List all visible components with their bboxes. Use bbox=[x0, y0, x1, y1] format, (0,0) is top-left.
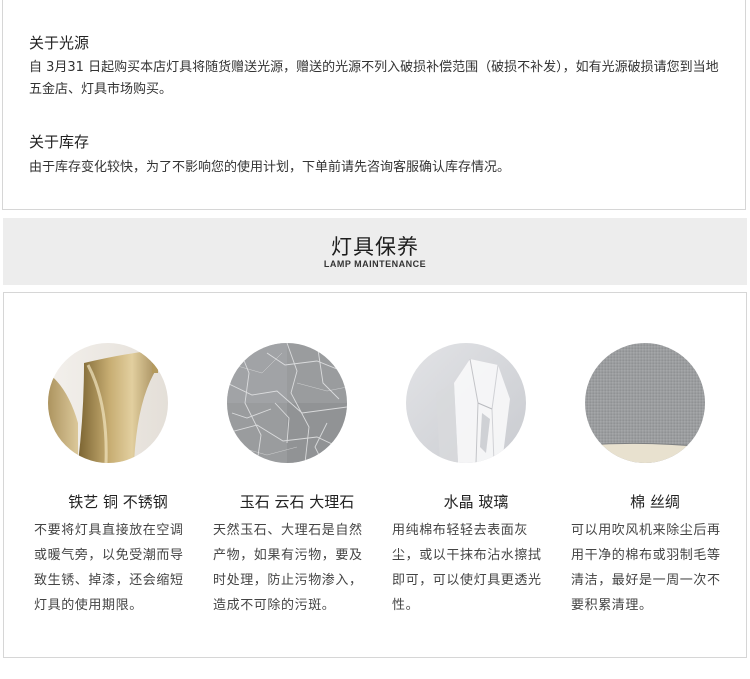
care-title-crystal: 水晶 玻璃 bbox=[443, 493, 509, 511]
marble-image bbox=[227, 343, 347, 463]
light-source-title: 关于光源 bbox=[29, 34, 90, 52]
care-title-marble: 玉石 云石 大理石 bbox=[239, 493, 355, 511]
light-source-text: 自 3月31 日起购买本店灯具将随货赠送光源，赠送的光源不列入破损补偿范围（破损… bbox=[29, 60, 719, 97]
crystal-image bbox=[406, 343, 526, 463]
care-desc-metal: 不要将灯具直接放在空调或暖气旁，以免受潮而导致生锈、掉漆，还会缩短灯具的使用期限… bbox=[34, 523, 184, 613]
brass-lamp-image bbox=[48, 343, 168, 463]
maintenance-banner: 灯具保养 LAMP MAINTENANCE bbox=[3, 218, 747, 285]
stock-text: 由于库存变化较快，为了不影响您的使用计划，下单前请先咨询客服确认库存情况。 bbox=[29, 160, 511, 175]
care-desc-fabric: 可以用吹风机来除尘后再用干净的棉布或羽制毛等清洁，最好是一周一次不要积累清理。 bbox=[571, 523, 721, 613]
banner-title: 灯具保养 bbox=[331, 235, 419, 259]
care-title-metal: 铁艺 铜 不锈钢 bbox=[68, 493, 168, 511]
care-desc-crystal: 用纯棉布轻轻去表面灰尘，或以干抹布沾水擦拭即可，可以使灯具更透光性。 bbox=[392, 523, 542, 613]
care-section: 铁艺 铜 不锈钢 不要将灯具直接放在空调或暖气旁，以免受潮而导致生锈、掉漆，还会… bbox=[3, 292, 747, 658]
fabric-image bbox=[585, 343, 705, 463]
care-title-fabric: 棉 丝绸 bbox=[630, 493, 680, 511]
notice-section: 关于光源 自 3月31 日起购买本店灯具将随货赠送光源，赠送的光源不列入破损补偿… bbox=[2, 0, 746, 210]
stock-title: 关于库存 bbox=[29, 133, 90, 151]
banner-subtitle: LAMP MAINTENANCE bbox=[323, 259, 427, 269]
care-desc-marble: 天然玉石、大理石是自然产物，如果有污物，要及时处理，防止污物渗入，造成不可除的污… bbox=[213, 523, 363, 613]
